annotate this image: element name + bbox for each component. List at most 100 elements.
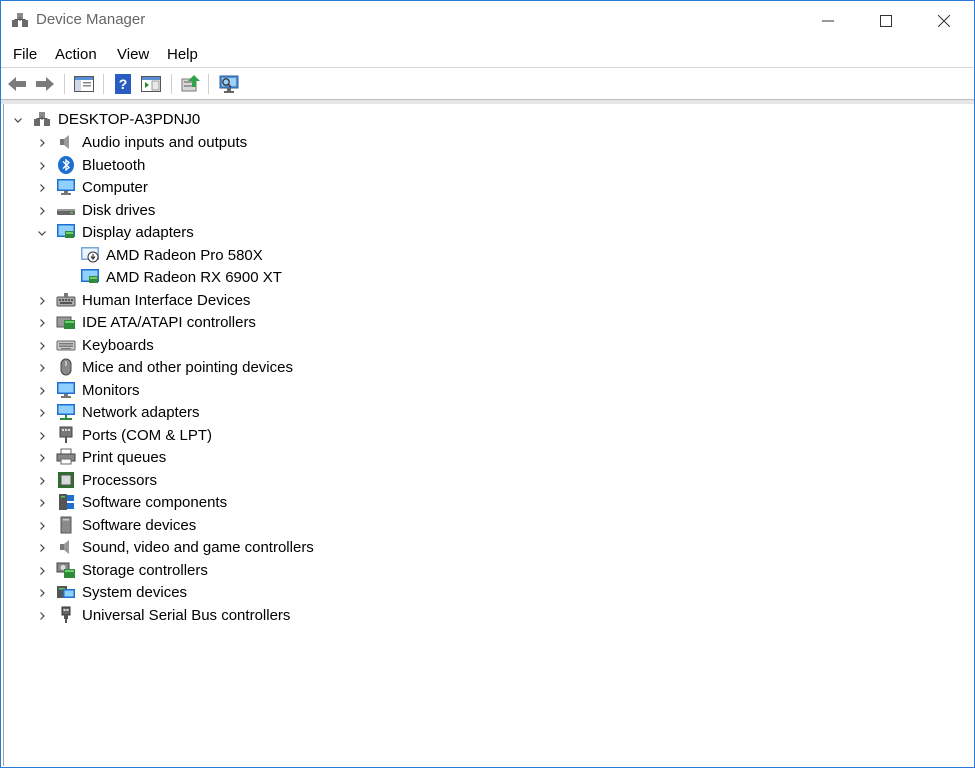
menu-bar: File Action View Help xyxy=(1,43,974,67)
chevron-right-icon[interactable] xyxy=(36,181,48,193)
keyboard-icon xyxy=(56,336,76,354)
chevron-right-icon[interactable] xyxy=(36,519,48,531)
maximize-button[interactable] xyxy=(857,1,915,41)
close-button[interactable] xyxy=(915,1,973,41)
tree-category-label: Universal Serial Bus controllers xyxy=(82,606,291,624)
show-hide-console-tree-icon[interactable] xyxy=(73,73,95,95)
computer-tree-root-icon xyxy=(32,110,52,128)
printer-icon xyxy=(56,448,76,466)
tree-device-amd-radeon-pro-580x[interactable]: AMD Radeon Pro 580X xyxy=(80,244,263,266)
chevron-right-icon[interactable] xyxy=(36,474,48,486)
tree-category-label: Computer xyxy=(82,178,148,196)
chevron-right-icon[interactable] xyxy=(36,316,48,328)
tree-category-print-queues[interactable]: Print queues xyxy=(36,446,166,468)
tree-category-audio-inputs-and-outputs[interactable]: Audio inputs and outputs xyxy=(36,131,247,153)
chevron-right-icon[interactable] xyxy=(36,136,48,148)
tree-category-ports-com-lpt[interactable]: Ports (COM & LPT) xyxy=(36,424,212,446)
tree-category-label: Sound, video and game controllers xyxy=(82,538,314,556)
device-tree[interactable]: DESKTOP-A3PDNJ0 Audio inputs and outputs… xyxy=(3,104,973,766)
tree-category-label: Mice and other pointing devices xyxy=(82,358,293,376)
network-adapter-icon xyxy=(56,403,76,421)
tree-category-processors[interactable]: Processors xyxy=(36,469,157,491)
properties-icon[interactable] xyxy=(140,73,162,95)
chevron-right-icon[interactable] xyxy=(36,294,48,306)
update-driver-icon[interactable] xyxy=(179,73,201,95)
toolbar: ? xyxy=(1,67,974,100)
tree-category-label: Disk drives xyxy=(82,201,156,219)
software-device-icon xyxy=(56,516,76,534)
tree-root[interactable]: DESKTOP-A3PDNJ0 xyxy=(12,108,200,130)
tree-category-ide-ata-atapi-controllers[interactable]: IDE ATA/ATAPI controllers xyxy=(36,311,256,333)
forward-arrow-icon[interactable] xyxy=(34,73,56,95)
chevron-right-icon[interactable] xyxy=(36,384,48,396)
tree-category-label: Display adapters xyxy=(82,223,194,241)
tree-category-label: IDE ATA/ATAPI controllers xyxy=(82,313,256,331)
tree-category-mice-and-other-pointing-devices[interactable]: Mice and other pointing devices xyxy=(36,356,293,378)
tree-category-label: System devices xyxy=(82,583,188,601)
toolbar-separator xyxy=(103,74,104,94)
window-title: Device Manager xyxy=(36,11,146,28)
disk-drive-icon xyxy=(56,201,76,219)
chevron-right-icon[interactable] xyxy=(36,541,48,553)
tree-category-storage-controllers[interactable]: Storage controllers xyxy=(36,559,208,581)
menu-view[interactable]: View xyxy=(117,46,149,63)
tree-category-monitors[interactable]: Monitors xyxy=(36,379,140,401)
chevron-down-icon[interactable] xyxy=(36,226,48,238)
chevron-right-icon[interactable] xyxy=(36,564,48,576)
chevron-right-icon[interactable] xyxy=(36,609,48,621)
chevron-right-icon[interactable] xyxy=(36,496,48,508)
tree-category-software-components[interactable]: Software components xyxy=(36,491,227,513)
ide-controller-icon xyxy=(56,313,76,331)
tree-device-label: AMD Radeon Pro 580X xyxy=(106,246,263,264)
tree-category-human-interface-devices[interactable]: Human Interface Devices xyxy=(36,289,250,311)
tree-category-label: Monitors xyxy=(82,381,140,399)
toolbar-separator xyxy=(64,74,65,94)
tree-category-display-adapters[interactable]: Display adapters xyxy=(36,221,194,243)
tree-category-label: Processors xyxy=(82,471,158,489)
hid-icon xyxy=(56,291,76,309)
tree-category-label: Print queues xyxy=(82,448,167,466)
chevron-right-icon[interactable] xyxy=(36,406,48,418)
tree-category-label: Audio inputs and outputs xyxy=(82,133,248,151)
mouse-icon xyxy=(56,358,76,376)
tree-device-amd-radeon-rx-6900-xt[interactable]: AMD Radeon RX 6900 XT xyxy=(80,266,282,288)
menu-help[interactable]: Help xyxy=(167,46,198,63)
scan-hardware-icon[interactable] xyxy=(218,73,240,95)
tree-category-network-adapters[interactable]: Network adapters xyxy=(36,401,200,423)
computer-icon xyxy=(56,178,76,196)
tree-category-label: Bluetooth xyxy=(82,156,146,174)
chevron-right-icon[interactable] xyxy=(36,204,48,216)
chevron-right-icon[interactable] xyxy=(36,361,48,373)
usb-icon xyxy=(56,606,76,624)
chevron-right-icon[interactable] xyxy=(36,159,48,171)
tree-category-software-devices[interactable]: Software devices xyxy=(36,514,196,536)
chevron-right-icon[interactable] xyxy=(36,339,48,351)
tree-category-disk-drives[interactable]: Disk drives xyxy=(36,199,155,221)
tree-category-universal-serial-bus-controllers[interactable]: Universal Serial Bus controllers xyxy=(36,604,290,626)
minimize-button[interactable] xyxy=(799,1,857,41)
tree-category-system-devices[interactable]: System devices xyxy=(36,581,187,603)
sound-icon xyxy=(56,538,76,556)
tree-category-computer[interactable]: Computer xyxy=(36,176,148,198)
title-bar[interactable]: Device Manager xyxy=(1,1,974,41)
toolbar-separator xyxy=(171,74,172,94)
tree-device-label: AMD Radeon RX 6900 XT xyxy=(106,268,282,286)
tree-category-keyboards[interactable]: Keyboards xyxy=(36,334,154,356)
tree-category-sound-video-and-game-controllers[interactable]: Sound, video and game controllers xyxy=(36,536,314,558)
tree-root-label: DESKTOP-A3PDNJ0 xyxy=(58,110,201,128)
back-arrow-icon[interactable] xyxy=(6,73,28,95)
tree-category-bluetooth[interactable]: Bluetooth xyxy=(36,154,145,176)
menu-action[interactable]: Action xyxy=(55,46,97,63)
device-manager-window: Device Manager File Action View Help ? D… xyxy=(0,0,975,768)
display-adapter-disabled-icon xyxy=(80,246,100,264)
chevron-right-icon[interactable] xyxy=(36,586,48,598)
chevron-right-icon[interactable] xyxy=(36,429,48,441)
tree-category-label: Software components xyxy=(82,493,228,511)
tree-category-label: Software devices xyxy=(82,516,197,534)
menu-file[interactable]: File xyxy=(13,46,37,63)
chevron-right-icon[interactable] xyxy=(36,451,48,463)
help-icon[interactable]: ? xyxy=(112,73,134,95)
display-adapter-icon xyxy=(80,268,100,286)
chevron-down-icon[interactable] xyxy=(12,113,24,125)
tree-category-label: Network adapters xyxy=(82,403,200,421)
